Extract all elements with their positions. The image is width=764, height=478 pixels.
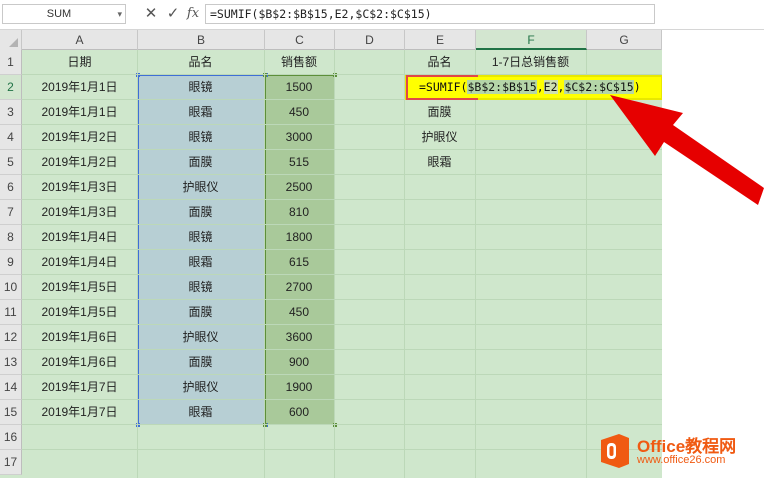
watermark-logo: Office教程网 www.office26.com	[597, 430, 764, 474]
arrow-icon	[610, 95, 764, 205]
office-logo-icon	[601, 434, 629, 468]
watermark-line2: www.office26.com	[637, 454, 726, 466]
red-arrow-annotation	[610, 95, 764, 205]
